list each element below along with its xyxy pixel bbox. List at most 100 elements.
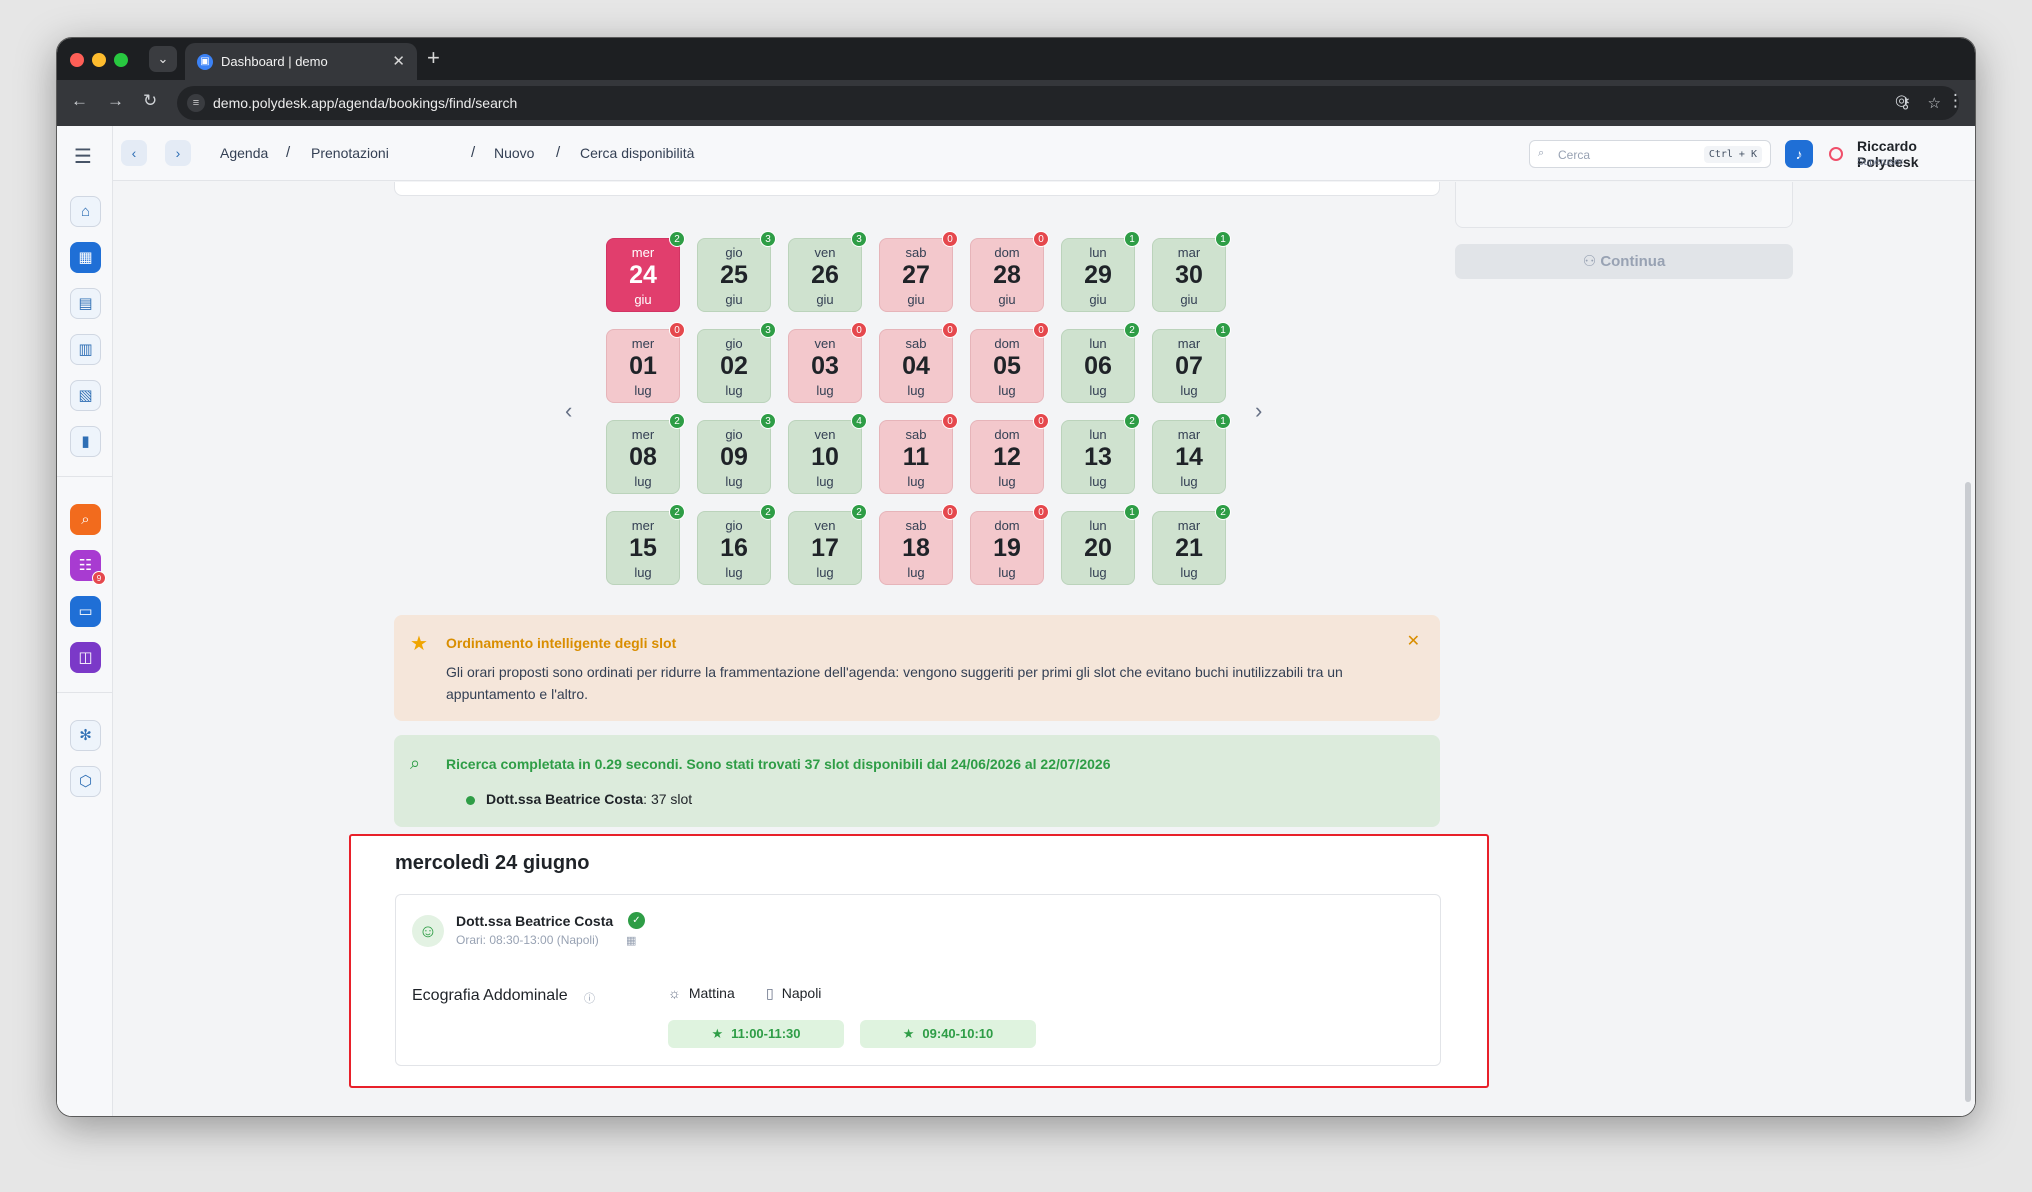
book-icon[interactable]: ▤ bbox=[70, 288, 101, 319]
calendar-day[interactable]: sab 04 lug 0 bbox=[879, 322, 958, 403]
time-slot-button[interactable]: ★ 09:40-10:10 bbox=[860, 1020, 1036, 1048]
site-settings-icon[interactable]: ≡ bbox=[187, 94, 205, 112]
profile-icon[interactable]: ◎ bbox=[1895, 91, 1908, 109]
global-search-input[interactable]: ⌕ Cerca Ctrl + K bbox=[1529, 140, 1771, 168]
bookmark-star-icon[interactable]: ☆ bbox=[1928, 94, 1941, 112]
scrollbar[interactable] bbox=[1965, 482, 1971, 1102]
calendar-day[interactable]: mer 08 lug 2 bbox=[606, 413, 685, 494]
calendar-day[interactable]: mar 07 lug 1 bbox=[1152, 322, 1231, 403]
calendar-day[interactable]: sab 18 lug 0 bbox=[879, 504, 958, 585]
calendar-icon[interactable]: ▦ bbox=[626, 934, 636, 947]
tab-close-icon[interactable]: ✕ bbox=[392, 52, 405, 70]
new-tab-button[interactable]: + bbox=[427, 45, 440, 71]
day-month: giu bbox=[634, 292, 652, 307]
calendar-day[interactable]: sab 11 lug 0 bbox=[879, 413, 958, 494]
tab-title: Dashboard | demo bbox=[221, 54, 328, 69]
maximize-window-button[interactable] bbox=[114, 53, 128, 67]
tab-list-dropdown[interactable]: ⌄ bbox=[149, 46, 177, 72]
breadcrumb-prenotazioni[interactable]: Prenotazioni bbox=[311, 145, 389, 161]
calendar-day[interactable]: gio 16 lug 2 bbox=[697, 504, 776, 585]
bar-chart-icon[interactable]: ▮ bbox=[70, 426, 101, 457]
reload-icon[interactable]: ↻ bbox=[143, 91, 157, 111]
avatar[interactable] bbox=[1829, 147, 1843, 161]
calendar-search-icon[interactable]: ◫ bbox=[70, 642, 101, 673]
minimize-window-button[interactable] bbox=[92, 53, 106, 67]
day-of-week: lun bbox=[1089, 336, 1107, 351]
slot-count-badge: 0 bbox=[942, 413, 958, 429]
calendar-day[interactable]: dom 12 lug 0 bbox=[970, 413, 1049, 494]
calendar-day[interactable]: dom 28 giu 0 bbox=[970, 231, 1049, 312]
calendar-day[interactable]: lun 20 lug 1 bbox=[1061, 504, 1140, 585]
bell-icon[interactable]: ♪ bbox=[1785, 140, 1813, 168]
search-icon: ⌕ bbox=[1538, 147, 1545, 159]
calendar-day[interactable]: ven 17 lug 2 bbox=[788, 504, 867, 585]
back-arrow-icon[interactable]: ← bbox=[71, 91, 88, 111]
calendar-day[interactable]: lun 06 lug 2 bbox=[1061, 322, 1140, 403]
document-icon[interactable]: ▥ bbox=[70, 334, 101, 365]
doctor-name: Dott.ssa Beatrice Costa bbox=[486, 791, 644, 807]
url-text[interactable]: demo.polydesk.app/agenda/bookings/find/s… bbox=[213, 95, 517, 111]
forward-arrow-icon[interactable]: → bbox=[107, 91, 124, 111]
task-list-icon[interactable]: ☷ 9 bbox=[70, 550, 106, 585]
breadcrumb-nuovo[interactable]: Nuovo bbox=[494, 145, 534, 161]
history-forward-button[interactable]: › bbox=[165, 140, 191, 166]
calendar-day[interactable]: lun 29 giu 1 bbox=[1061, 231, 1140, 312]
calendar-day[interactable]: ven 10 lug 4 bbox=[788, 413, 867, 494]
star-icon: ★ bbox=[902, 1026, 915, 1041]
calendar-day[interactable]: mer 01 lug 0 bbox=[606, 322, 685, 403]
calendar-day[interactable]: ven 26 giu 3 bbox=[788, 231, 867, 312]
calendar-prev-icon[interactable]: ‹ bbox=[565, 398, 572, 424]
calendar-day[interactable]: lun 13 lug 2 bbox=[1061, 413, 1140, 494]
calendar-day[interactable]: mar 14 lug 1 bbox=[1152, 413, 1231, 494]
calendar-day[interactable]: ven 03 lug 0 bbox=[788, 322, 867, 403]
calendar-day[interactable]: gio 09 lug 3 bbox=[697, 413, 776, 494]
search-icon[interactable]: ⌕ bbox=[70, 504, 101, 535]
close-icon[interactable]: ✕ bbox=[1407, 631, 1420, 651]
day-month: giu bbox=[907, 292, 925, 307]
calendar-day[interactable]: sab 27 giu 0 bbox=[879, 231, 958, 312]
time-slot-button[interactable]: ★ 11:00-11:30 bbox=[668, 1020, 844, 1048]
day-of-week: gio bbox=[725, 427, 743, 442]
day-month: lug bbox=[634, 383, 652, 398]
slot-count-badge: 1 bbox=[1215, 322, 1231, 338]
close-window-button[interactable] bbox=[70, 53, 84, 67]
user-circle-icon: ☺ bbox=[412, 915, 444, 947]
browser-tab-active[interactable]: ▣ Dashboard | demo ✕ bbox=[185, 43, 417, 80]
history-back-button[interactable]: ‹ bbox=[121, 140, 147, 166]
address-bar[interactable]: ≡ demo.polydesk.app/agenda/bookings/find… bbox=[177, 86, 1959, 120]
day-month: giu bbox=[725, 292, 743, 307]
calendar-day[interactable]: dom 05 lug 0 bbox=[970, 322, 1049, 403]
day-number: 08 bbox=[629, 443, 657, 471]
top-bar: ‹ › Agenda / Prenotazioni / Nuovo / Cerc… bbox=[113, 126, 1975, 181]
chat-icon[interactable]: ▭ bbox=[70, 596, 101, 627]
gear-icon[interactable]: ✻ bbox=[70, 720, 101, 751]
calendar-day[interactable]: gio 25 giu 3 bbox=[697, 231, 776, 312]
calendar-day[interactable]: mer 15 lug 2 bbox=[606, 504, 685, 585]
day-of-week: sab bbox=[905, 518, 927, 533]
search-result-alert: ⌕ Ricerca completata in 0.29 secondi. So… bbox=[394, 735, 1440, 827]
calendar-next-icon[interactable]: › bbox=[1255, 398, 1262, 424]
service-name: Ecografia Addominale bbox=[412, 987, 568, 1004]
home-icon[interactable]: ⌂ bbox=[70, 196, 101, 227]
hamburger-menu-icon[interactable]: ☰ bbox=[74, 144, 92, 169]
day-of-week: sab bbox=[905, 245, 927, 260]
calendar-check-icon[interactable]: ▧ bbox=[70, 380, 101, 411]
calendar-icon[interactable]: ▦ bbox=[70, 242, 101, 273]
app: ☰ ⌂ ▦ ▤ ▥ ▧ ▮ ⌕ ☷ 9 ▭ ◫ ✻ ⬡ ‹ › Agenda / … bbox=[57, 126, 1975, 1116]
browser-menu-icon[interactable]: ⋮ bbox=[1947, 91, 1964, 111]
doctor-hours: Orari: 08:30-13:00 (Napoli) bbox=[456, 933, 599, 947]
calendar-day[interactable]: gio 02 lug 3 bbox=[697, 322, 776, 403]
calendar-day[interactable]: mer 24 giu 2 bbox=[606, 231, 685, 312]
calendar-day[interactable]: mar 30 giu 1 bbox=[1152, 231, 1231, 312]
breadcrumb-agenda[interactable]: Agenda bbox=[220, 145, 268, 161]
info-icon[interactable]: ⓘ bbox=[584, 990, 595, 1006]
tab-strip: ⌄ ▣ Dashboard | demo ✕ + bbox=[57, 38, 1975, 80]
settings-hex-icon[interactable]: ⬡ bbox=[70, 766, 101, 797]
status-dot bbox=[466, 796, 475, 805]
doctor-name[interactable]: Dott.ssa Beatrice Costa bbox=[456, 913, 613, 929]
continue-button[interactable]: ⚇ Continua bbox=[1455, 244, 1793, 279]
calendar-day[interactable]: mar 21 lug 2 bbox=[1152, 504, 1231, 585]
calendar-day[interactable]: dom 19 lug 0 bbox=[970, 504, 1049, 585]
day-of-week: sab bbox=[905, 427, 927, 442]
day-number: 10 bbox=[811, 443, 839, 471]
